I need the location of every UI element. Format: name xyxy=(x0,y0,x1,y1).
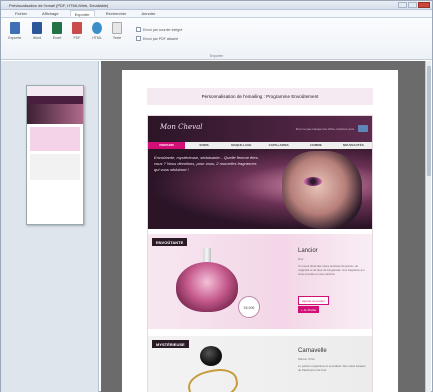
thumb-header xyxy=(27,96,83,104)
tab-rechercher[interactable]: Rechercher xyxy=(102,10,131,17)
window-controls xyxy=(398,2,430,8)
html-icon xyxy=(92,22,102,34)
tab-fichier[interactable]: Fichier xyxy=(11,10,31,17)
checkbox[interactable] xyxy=(136,27,141,32)
html-button[interactable]: HTML xyxy=(89,22,105,46)
maximize-button[interactable] xyxy=(408,2,417,8)
thumb-title xyxy=(27,86,83,96)
product-description: Le parfum mystérieux et envoûtant. Des n… xyxy=(298,364,366,372)
add-to-cart-button: Ajouter au panier xyxy=(298,296,329,305)
word-label: Word xyxy=(32,36,42,40)
bottle-neck xyxy=(203,248,211,262)
nav-item-soins: SOINS xyxy=(199,143,209,147)
model-face-image xyxy=(282,151,362,229)
word-button[interactable]: Word xyxy=(29,22,45,46)
option-email-integrated[interactable]: Envoi par courrier intégré xyxy=(136,27,182,32)
option-pdf-attached[interactable]: Envoi par PDF attaché xyxy=(136,36,178,41)
email-hero-banner: Envoûtante, mystérieuse, séduisante... Q… xyxy=(148,149,372,229)
excel-button[interactable]: Excel xyxy=(49,22,65,46)
product-badge: MYSTÉRIEUSE xyxy=(152,340,189,348)
nav-item-capillaires: CAPILLAIRES xyxy=(268,143,289,147)
tab-affichage[interactable]: Affichage xyxy=(38,10,63,17)
pdf-label: PDF xyxy=(73,36,81,40)
product-description: Un coeur floral des notes ambrées de jas… xyxy=(298,264,365,276)
window-title: Prévisualisation de l'email (PDF, HTML/W… xyxy=(9,3,109,8)
vertical-scrollbar[interactable] xyxy=(425,61,431,392)
ribbon-tabs: Fichier Affichage Exporter Rechercher An… xyxy=(1,10,432,18)
price-badge: 65,90€ xyxy=(238,296,260,318)
facebook-icon xyxy=(358,125,368,132)
preview-page: Personnalisation de l'emailing : Program… xyxy=(122,70,398,392)
profit-button: + Je Profite xyxy=(298,306,320,313)
page-thumbnail[interactable] xyxy=(26,85,84,225)
scrollbar-thumb[interactable] xyxy=(427,66,431,176)
app-window: Prévisualisation de l'email (PDF, HTML/W… xyxy=(0,0,433,392)
ribbon-toolbar: Exporter Word Excel PDF HTML Texte Envoi… xyxy=(1,18,432,60)
excel-icon xyxy=(52,22,62,34)
product-brand: Dior xyxy=(298,257,304,261)
checkbox[interactable] xyxy=(136,36,141,41)
pdf-button[interactable]: PDF xyxy=(69,22,85,46)
model-eye-image xyxy=(304,177,322,186)
email-top-link: Pour ne pas manquer les offres, inscrive… xyxy=(295,127,354,131)
perfume-bottle-image xyxy=(176,248,238,318)
product-block: ENVOÛTANTE 65,90€ Lancior Dior Un coeur … xyxy=(148,234,372,329)
title-bar: Prévisualisation de l'email (PDF, HTML/W… xyxy=(1,1,432,10)
nav-item-maquillage: MAQUILLAGE xyxy=(231,143,252,147)
page-title: Personnalisation de l'emailing : Program… xyxy=(147,88,373,105)
html-label: HTML xyxy=(92,36,102,40)
close-button[interactable] xyxy=(418,2,430,8)
perfume-bottle-image xyxy=(185,346,241,392)
hero-text: Envoûtante, mystérieuse, séduisante... Q… xyxy=(154,155,259,172)
bottle-ornament xyxy=(185,365,241,392)
thumbnail-panel xyxy=(1,61,99,392)
thumb-hero xyxy=(27,104,83,124)
pdf-icon xyxy=(72,22,82,34)
email-nav: PARFUMS SOINS MAQUILLAGE CAPILLAIRES HOM… xyxy=(148,142,372,149)
bottle-body xyxy=(176,262,238,312)
text-label: Texte xyxy=(112,36,122,40)
thumb-product xyxy=(30,154,80,180)
nav-item-nouveautes: NOUVEAUTÉS xyxy=(342,143,364,147)
export-label: Exporter xyxy=(8,36,22,40)
product-badge: ENVOÛTANTE xyxy=(152,238,188,246)
email-preview: Mon Cheval Pour ne pas manquer les offre… xyxy=(147,115,373,392)
product-name: Carnavelle xyxy=(298,348,327,354)
bottle-cap xyxy=(200,346,222,366)
tab-annoter[interactable]: Annoter xyxy=(137,10,159,17)
export-button[interactable]: Exporter xyxy=(7,22,23,46)
text-icon xyxy=(112,22,122,34)
thumb-product xyxy=(30,127,80,151)
text-button[interactable]: Texte xyxy=(109,22,125,46)
nav-item-parfums: PARFUMS xyxy=(148,142,186,149)
nav-item-homme: HOMME xyxy=(310,143,322,147)
word-icon xyxy=(32,22,42,34)
ribbon-group-label: Exporter xyxy=(209,54,224,58)
product-block: MYSTÉRIEUSE Carnavelle Marcel d'Oré Le p… xyxy=(148,336,372,392)
product-brand: Marcel d'Oré xyxy=(298,357,316,361)
product-name: Lancior xyxy=(298,248,318,254)
export-icon xyxy=(10,22,20,34)
option-label: Envoi par courrier intégré xyxy=(143,27,183,32)
email-logo: Mon Cheval xyxy=(160,123,203,131)
excel-label: Excel xyxy=(52,36,62,40)
minimize-button[interactable] xyxy=(398,2,407,8)
option-label: Envoi par PDF attaché xyxy=(143,36,179,41)
preview-area[interactable]: Personnalisation de l'emailing : Program… xyxy=(101,61,427,392)
tab-exporter[interactable]: Exporter xyxy=(69,10,95,17)
email-header: Mon Cheval Pour ne pas manquer les offre… xyxy=(148,116,372,142)
